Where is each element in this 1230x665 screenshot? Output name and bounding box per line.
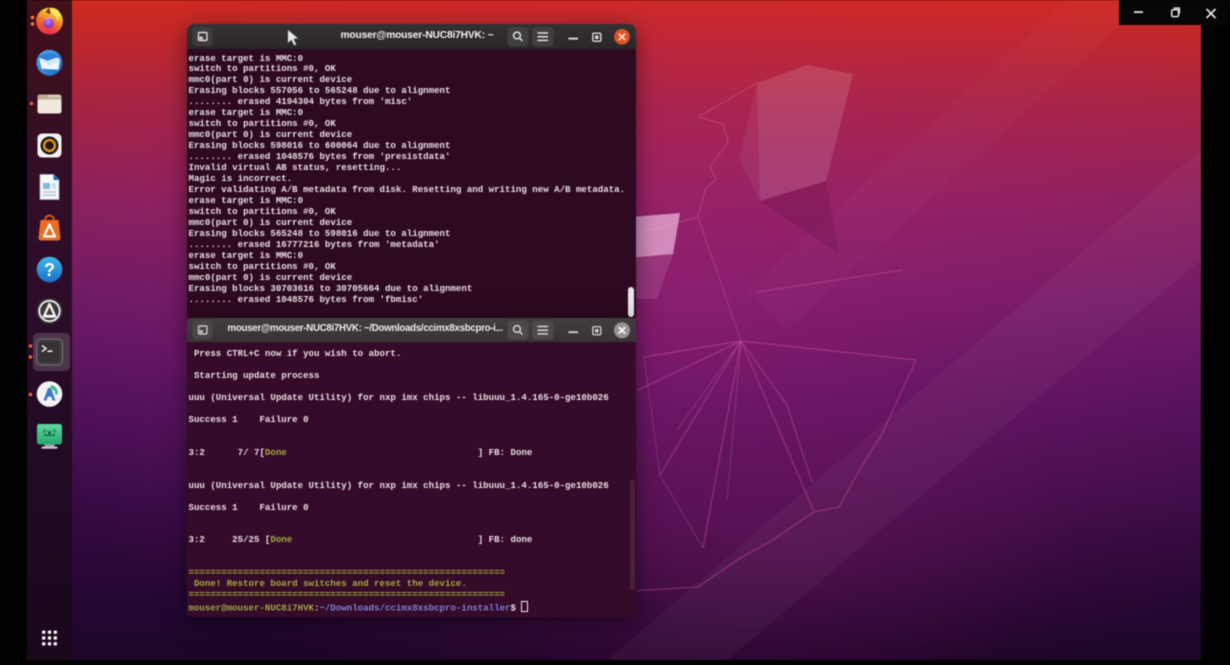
svg-text:?: ? <box>44 260 55 280</box>
